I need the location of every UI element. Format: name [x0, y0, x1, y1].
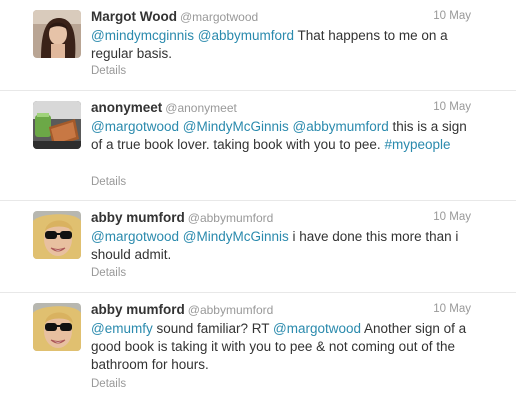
profile-photo-icon — [33, 101, 81, 149]
details-link[interactable]: Details — [91, 378, 126, 390]
mention-link[interactable]: @margotwood — [91, 119, 179, 134]
profile-photo-icon — [33, 211, 81, 259]
avatar[interactable] — [33, 10, 81, 58]
details-link[interactable]: Details — [91, 267, 126, 279]
tweet-item[interactable]: abby mumford @abbymumford 10 May @emumfy … — [0, 293, 516, 400]
user-fullname[interactable]: abby mumford — [91, 302, 185, 317]
tweet-item[interactable]: Margot Wood @margotwood 10 May @mindymcgi… — [0, 0, 516, 91]
user-handle[interactable]: @anonymeet — [165, 101, 237, 115]
tweet-text: @margotwood @MindyMcGinnis i have done t… — [91, 228, 476, 264]
tweet-item[interactable]: abby mumford @abbymumford 10 May @margotw… — [0, 201, 516, 293]
mention-link[interactable]: @mindymcginnis — [91, 28, 194, 43]
profile-photo-icon — [33, 303, 81, 351]
avatar[interactable] — [33, 303, 81, 351]
tweet-text: @emumfy sound familiar? RT @margotwood A… — [91, 320, 476, 374]
user-fullname[interactable]: anonymeet — [91, 100, 162, 115]
mention-link[interactable]: @MindyMcGinnis — [183, 119, 289, 134]
mention-link[interactable]: @emumfy — [91, 321, 153, 336]
mention-link[interactable]: @abbymumford — [198, 28, 294, 43]
mention-link[interactable]: @MindyMcGinnis — [183, 229, 289, 244]
avatar[interactable] — [33, 211, 81, 259]
tweet-text: @mindymcginnis @abbymumford That happens… — [91, 27, 476, 63]
mention-link[interactable]: @margotwood — [91, 229, 179, 244]
mention-link[interactable]: @margotwood — [273, 321, 361, 336]
tweet-timestamp[interactable]: 10 May — [433, 101, 471, 113]
avatar[interactable] — [33, 101, 81, 149]
profile-photo-icon — [33, 10, 81, 58]
tweet-text: @margotwood @MindyMcGinnis @abbymumford … — [91, 118, 476, 154]
tweet-body: sound familiar? RT — [152, 321, 274, 336]
user-fullname[interactable]: Margot Wood — [91, 9, 177, 24]
hashtag-link[interactable]: #mypeople — [384, 137, 450, 152]
details-link[interactable]: Details — [91, 176, 126, 188]
user-handle[interactable]: @margotwood — [180, 10, 258, 24]
user-fullname[interactable]: abby mumford — [91, 210, 185, 225]
user-handle[interactable]: @abbymumford — [188, 303, 274, 317]
tweet-timestamp[interactable]: 10 May — [433, 211, 471, 223]
tweet-timestamp[interactable]: 10 May — [433, 303, 471, 315]
user-handle[interactable]: @abbymumford — [188, 211, 274, 225]
tweet-item[interactable]: anonymeet @anonymeet 10 May @margotwood @… — [0, 91, 516, 201]
tweet-timeline: Margot Wood @margotwood 10 May @mindymcgi… — [0, 0, 516, 400]
mention-link[interactable]: @abbymumford — [293, 119, 389, 134]
details-link[interactable]: Details — [91, 65, 126, 77]
tweet-timestamp[interactable]: 10 May — [433, 10, 471, 22]
